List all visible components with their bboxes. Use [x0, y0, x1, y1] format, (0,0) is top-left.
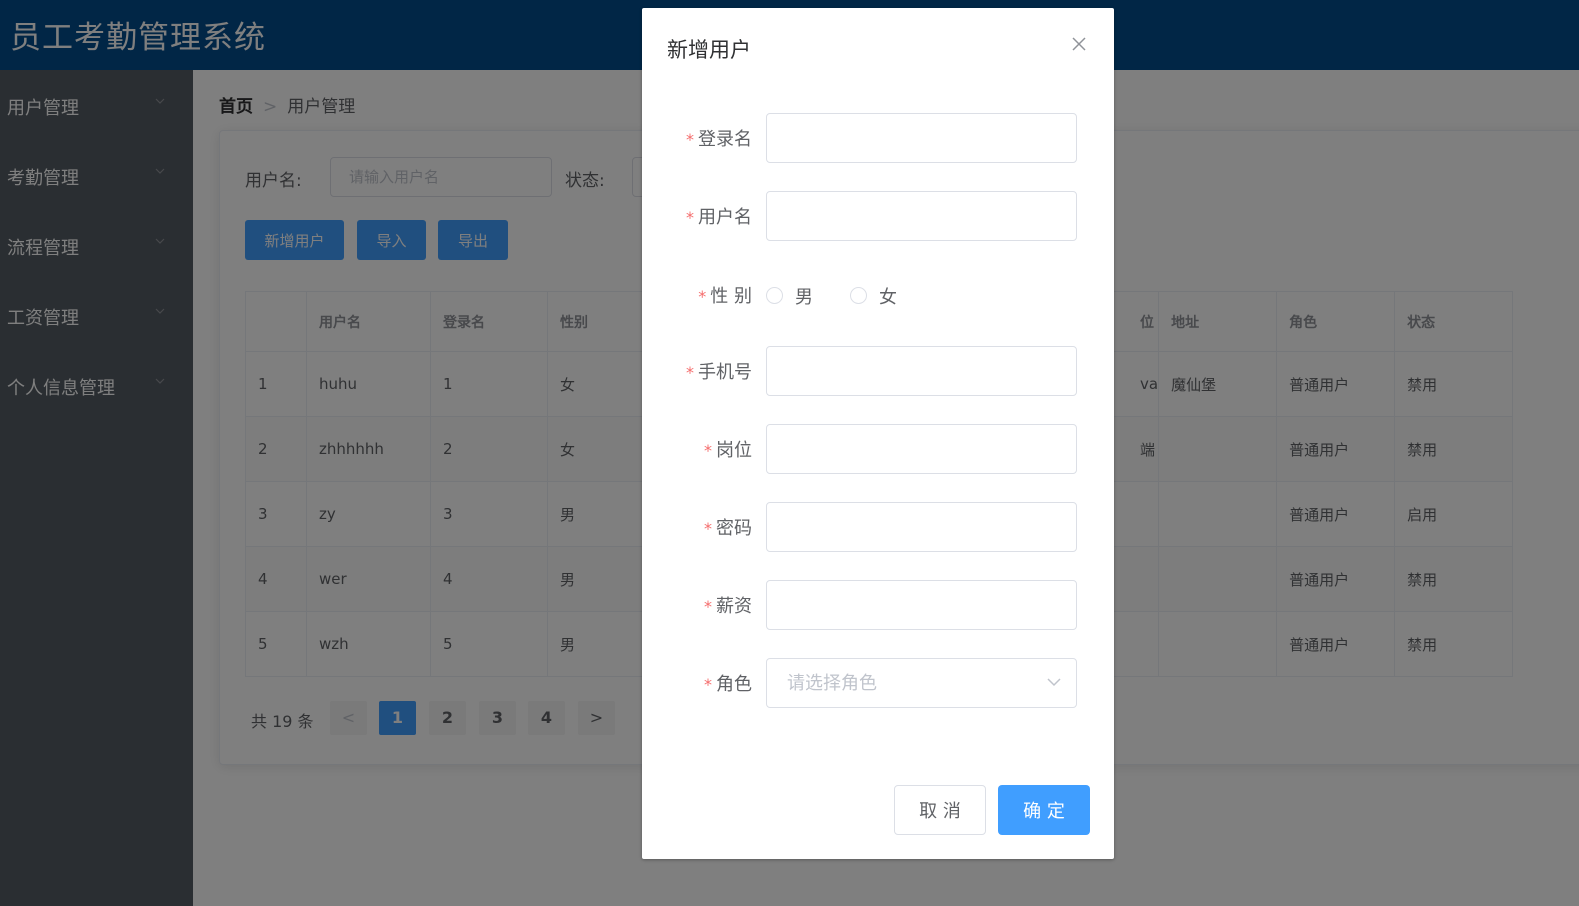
username-input[interactable] — [766, 191, 1077, 241]
required-mark: * — [704, 597, 712, 616]
position-label: * 岗位 — [704, 436, 752, 462]
phone-input[interactable] — [766, 346, 1077, 396]
salary-label: * 薪资 — [704, 592, 752, 618]
radio-label: 男 — [795, 287, 813, 308]
required-mark: * — [686, 363, 694, 382]
cancel-button[interactable]: 取 消 — [894, 785, 986, 835]
gender-radio-male[interactable]: 男 — [766, 286, 826, 308]
dialog-title: 新增用户 — [667, 38, 751, 62]
add-user-dialog: 新增用户 * 登录名 * 用户名 * 性 别 男 女 * 手机号 * 岗位 * 密码 * 薪资… — [642, 8, 1114, 859]
username-label: * 用户名 — [686, 203, 752, 229]
gender-label-text: 性 别 — [710, 286, 752, 307]
radio-circle — [850, 287, 867, 304]
chevron-down-icon — [1047, 678, 1061, 687]
radio-label: 女 — [879, 287, 897, 308]
required-mark: * — [704, 519, 712, 538]
password-label-text: 密码 — [716, 518, 752, 539]
gender-label: * 性 别 — [698, 282, 752, 308]
username-label-text: 用户名 — [698, 207, 752, 228]
login-name-label: * 登录名 — [686, 125, 752, 151]
salary-label-text: 薪资 — [716, 596, 752, 617]
position-input[interactable] — [766, 424, 1077, 474]
role-select[interactable] — [766, 658, 1077, 708]
role-label: * 角色 — [704, 670, 752, 696]
phone-label: * 手机号 — [686, 358, 752, 384]
phone-label-text: 手机号 — [698, 362, 752, 383]
salary-input[interactable] — [766, 580, 1077, 630]
confirm-button[interactable]: 确 定 — [998, 785, 1090, 835]
password-input[interactable] — [766, 502, 1077, 552]
required-mark: * — [686, 130, 694, 149]
required-mark: * — [698, 287, 707, 306]
radio-circle — [766, 287, 783, 304]
required-mark: * — [686, 208, 694, 227]
required-mark: * — [704, 675, 712, 694]
login-name-label-text: 登录名 — [698, 129, 752, 150]
close-icon[interactable] — [1070, 35, 1088, 53]
gender-radio-female[interactable]: 女 — [850, 286, 910, 308]
required-mark: * — [704, 441, 712, 460]
position-label-text: 岗位 — [716, 440, 752, 461]
password-label: * 密码 — [704, 514, 752, 540]
login-name-input[interactable] — [766, 113, 1077, 163]
role-label-text: 角色 — [716, 674, 752, 695]
